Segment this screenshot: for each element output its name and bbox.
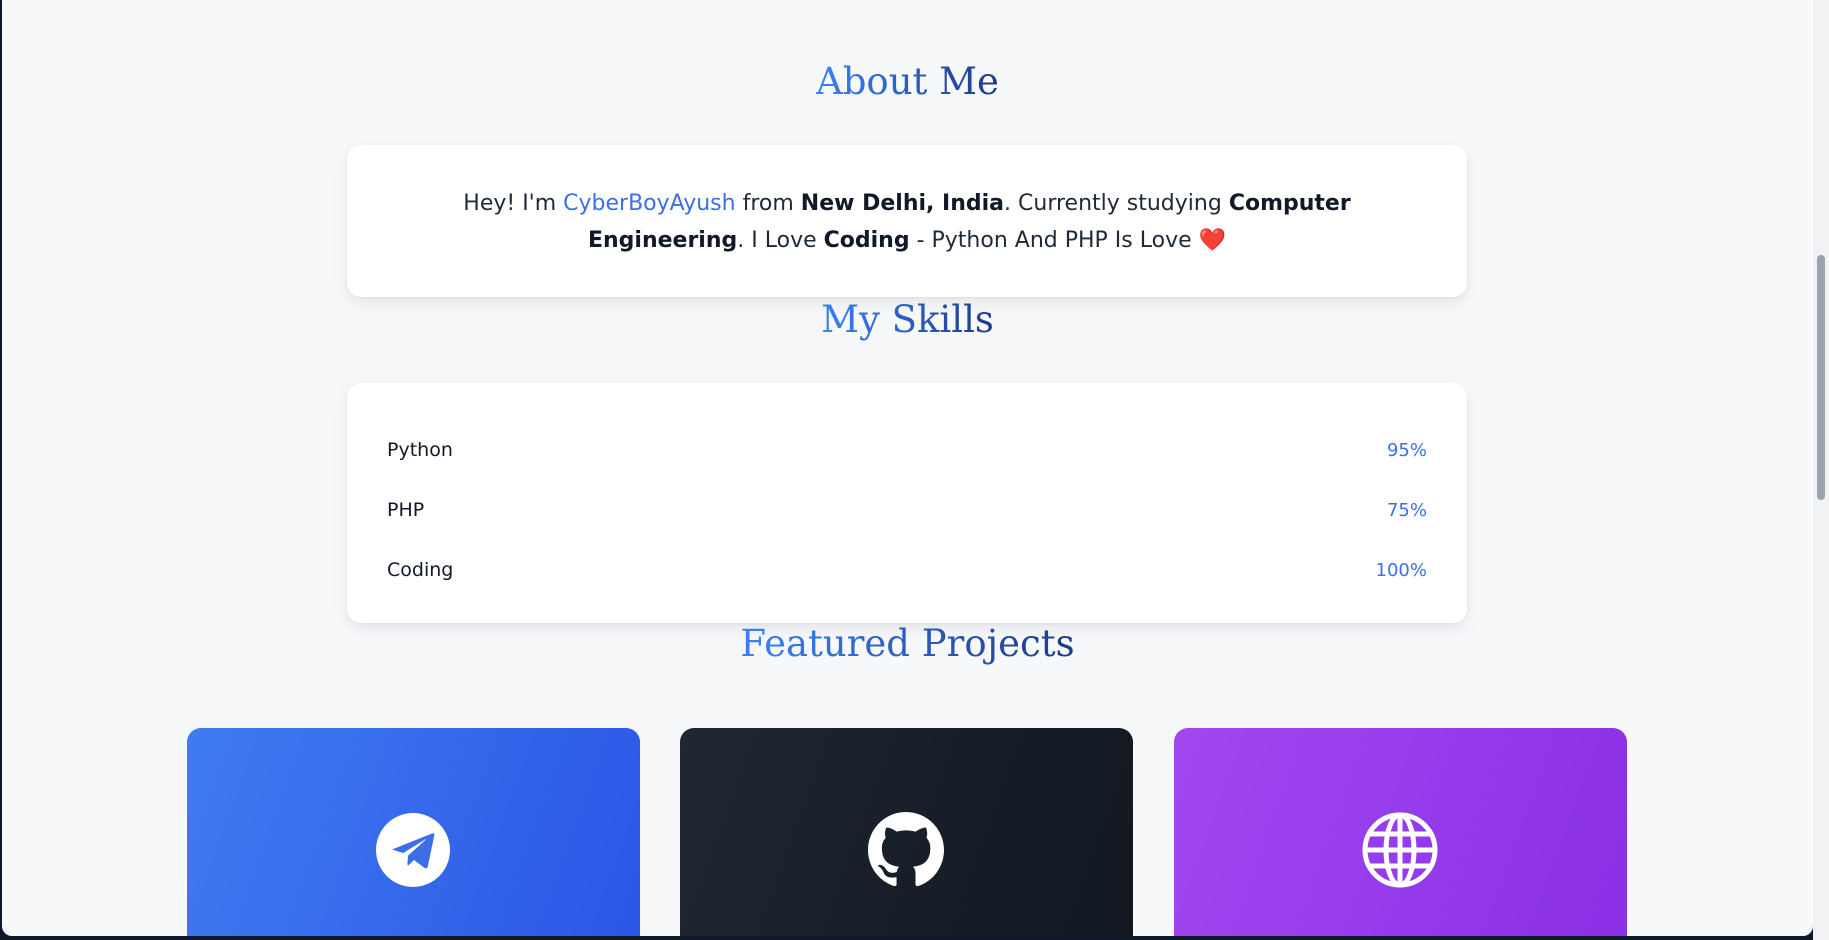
scrollbar[interactable] (1813, 0, 1829, 940)
about-love-text: . I Love (737, 228, 824, 253)
projects-section-title: Featured Projects (2, 620, 1813, 668)
about-card: Hey! I'm CyberBoyAyush from New Delhi, I… (347, 145, 1467, 297)
about-title-text: About Me (816, 60, 999, 103)
projects-title-text: Featured Projects (740, 622, 1075, 665)
project-card-github[interactable] (680, 728, 1133, 936)
skill-row-python: Python 95% (387, 420, 1427, 480)
project-card-website[interactable] (1174, 728, 1627, 936)
about-love-subject: Coding (823, 228, 910, 253)
about-intro-prefix: Hey! I'm (463, 191, 564, 216)
telegram-icon (376, 813, 450, 887)
globe-icon (1362, 812, 1438, 888)
skill-percent: 75% (1386, 499, 1427, 521)
github-icon (868, 812, 944, 887)
skill-name: Coding (387, 559, 454, 581)
skills-section-title: My Skills (2, 296, 1813, 344)
skill-row-php: PHP 75% (387, 480, 1427, 540)
skills-card: Python 95% PHP 75% Coding 100% (347, 383, 1467, 623)
skill-percent: 100% (1375, 559, 1427, 581)
skills-title-text: My Skills (821, 298, 994, 341)
skill-name: PHP (387, 499, 425, 521)
about-name: CyberBoyAyush (563, 191, 736, 216)
about-location: New Delhi, India (800, 191, 1005, 216)
skill-percent: 95% (1386, 439, 1427, 461)
about-suffix: - Python And PHP Is Love (909, 228, 1199, 253)
about-section-title: About Me (2, 58, 1813, 106)
project-card-telegram[interactable] (187, 728, 640, 936)
page-viewport: About Me Hey! I'm CyberBoyAyush from New… (2, 0, 1813, 936)
about-from-text: from (735, 191, 801, 216)
skill-name: Python (387, 439, 453, 461)
about-study-text: . Currently studying (1004, 191, 1229, 216)
skill-row-coding: Coding 100% (387, 540, 1427, 600)
heart-icon: ❤️ (1198, 228, 1227, 253)
scrollbar-thumb[interactable] (1817, 255, 1825, 500)
